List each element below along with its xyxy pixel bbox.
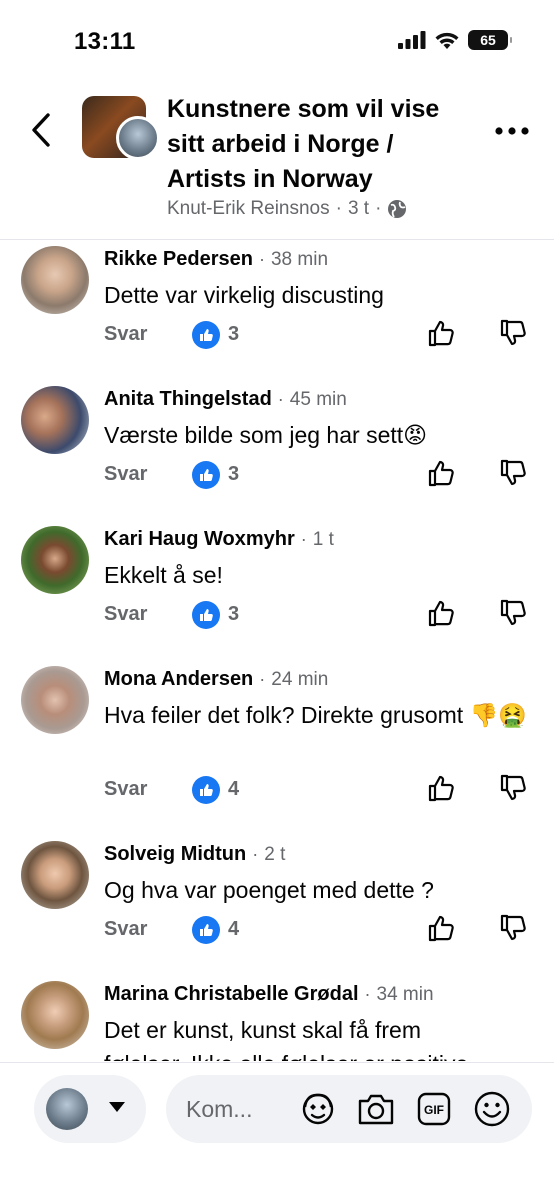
avatar[interactable] [21,246,89,314]
comment-time: 34 min [376,984,434,1005]
comment-text: Ekkelt å se! [104,562,223,588]
comment-author[interactable]: Solveig Midtun [104,843,246,866]
comment-text: Hva feiler det folk? Direkte grusomt 👎🤮 [104,702,527,728]
avatar [46,1088,88,1130]
reply-button[interactable]: Svar [104,603,147,626]
like-reaction-icon [192,916,220,944]
battery-icon: 65 [468,30,512,50]
comment-author[interactable]: Mona Andersen [104,668,253,691]
thumbs-up-icon[interactable] [426,317,458,349]
like-reaction-icon [192,601,220,629]
comment-actions: Svar 3 [104,459,534,493]
avatar[interactable] [21,666,89,734]
comment-author[interactable]: Kari Haug Woxmyhr [104,528,295,551]
comment-list[interactable]: Rikke Pedersen · 38 min Dette var virkel… [0,241,554,1061]
globe-icon [388,200,407,218]
thumbs-down-icon[interactable] [498,457,530,489]
comment-time: 24 min [271,669,329,690]
meta-separator: · [277,389,284,409]
comment-text: Dette var virkelig discusting [104,282,384,308]
thumbs-down-icon[interactable] [498,597,530,629]
meta-separator: · [300,529,307,549]
meta-separator: · [258,249,265,269]
emoji-icon[interactable] [472,1089,512,1129]
comment-time: 38 min [270,249,329,270]
avatar[interactable] [21,386,89,454]
meta-separator: · [335,198,342,219]
thumbs-down-icon[interactable] [498,772,530,804]
thumbs-down-icon[interactable] [498,317,530,349]
comment-actions: Svar 3 [104,319,534,353]
thumbs-up-icon[interactable] [426,772,458,804]
comment-time: 2 t [264,844,286,865]
more-dots-icon [495,127,529,135]
status-icons: 65 [398,30,512,50]
author-avatar [116,116,160,160]
meta-separator: · [375,198,382,219]
post-author[interactable]: Knut-Erik Reinsnos [167,198,330,220]
battery-level: 65 [480,32,496,48]
signal-icon [398,31,426,49]
reply-button[interactable]: Svar [104,778,147,801]
meta-separator: · [259,669,266,689]
svg-text:GIF: GIF [424,1103,444,1117]
back-button[interactable] [24,110,58,150]
avatar[interactable] [21,526,89,594]
comment-text: Det er kunst, kunst skal få frem følelse… [104,1017,468,1061]
like-reaction-icon [192,321,220,349]
comment-author[interactable]: Anita Thingelstad [104,388,272,411]
comment-input-container[interactable]: GIF [166,1075,532,1143]
meta-separator: · [252,844,259,864]
like-count: 3 [228,323,240,345]
post-age: 3 t [347,198,370,219]
group-cover-thumbnail[interactable] [82,96,160,160]
comment-author[interactable]: Rikke Pedersen [104,248,253,271]
like-count: 3 [228,603,240,625]
status-bar: 13:11 65 [0,0,554,84]
avatar[interactable] [21,981,89,1049]
comment-actions: Svar 4 [104,774,534,808]
thumbs-down-icon[interactable] [498,912,530,944]
reply-button[interactable]: Svar [104,323,147,346]
comment-time: 45 min [289,389,347,410]
thumbs-up-icon[interactable] [426,912,458,944]
comment-composer: GIF [0,1062,554,1200]
comment-input[interactable] [186,1089,296,1129]
comment-author[interactable]: Marina Christabelle Grødal [104,983,359,1006]
reply-button[interactable]: Svar [104,463,147,486]
camera-icon[interactable] [356,1089,396,1129]
comment-as-selector[interactable] [34,1075,146,1143]
comment-time: 1 t [312,529,334,550]
gif-icon[interactable]: GIF [414,1089,454,1129]
meta-separator: · [364,984,371,1004]
chevron-left-icon [32,113,50,147]
wifi-icon [435,32,459,49]
group-title[interactable]: Kunstnere som vil vise sitt arbeid i Nor… [167,92,457,197]
status-time: 13:11 [74,28,136,55]
post-header: Kunstnere som vil vise sitt arbeid i Nor… [0,84,554,240]
thumbs-up-icon[interactable] [426,597,458,629]
comment-actions: Svar 4 [104,914,534,948]
caret-down-icon [109,1102,125,1112]
comment-text: Værste bilde som jeg har sett😡 [104,422,428,448]
like-count: 3 [228,463,240,485]
like-count: 4 [228,918,240,940]
comment-actions: Svar 3 [104,599,534,633]
like-count: 4 [228,778,240,800]
reply-button[interactable]: Svar [104,918,147,941]
thumbs-up-icon[interactable] [426,457,458,489]
like-reaction-icon [192,461,220,489]
more-options-button[interactable] [494,116,530,146]
post-meta: Knut-Erik Reinsnos · 3 t · [167,198,407,220]
comment-text: Og hva var poenget med dette ? [104,877,434,903]
avatar[interactable] [21,841,89,909]
avatar-sticker-icon[interactable] [298,1089,338,1129]
like-reaction-icon [192,776,220,804]
